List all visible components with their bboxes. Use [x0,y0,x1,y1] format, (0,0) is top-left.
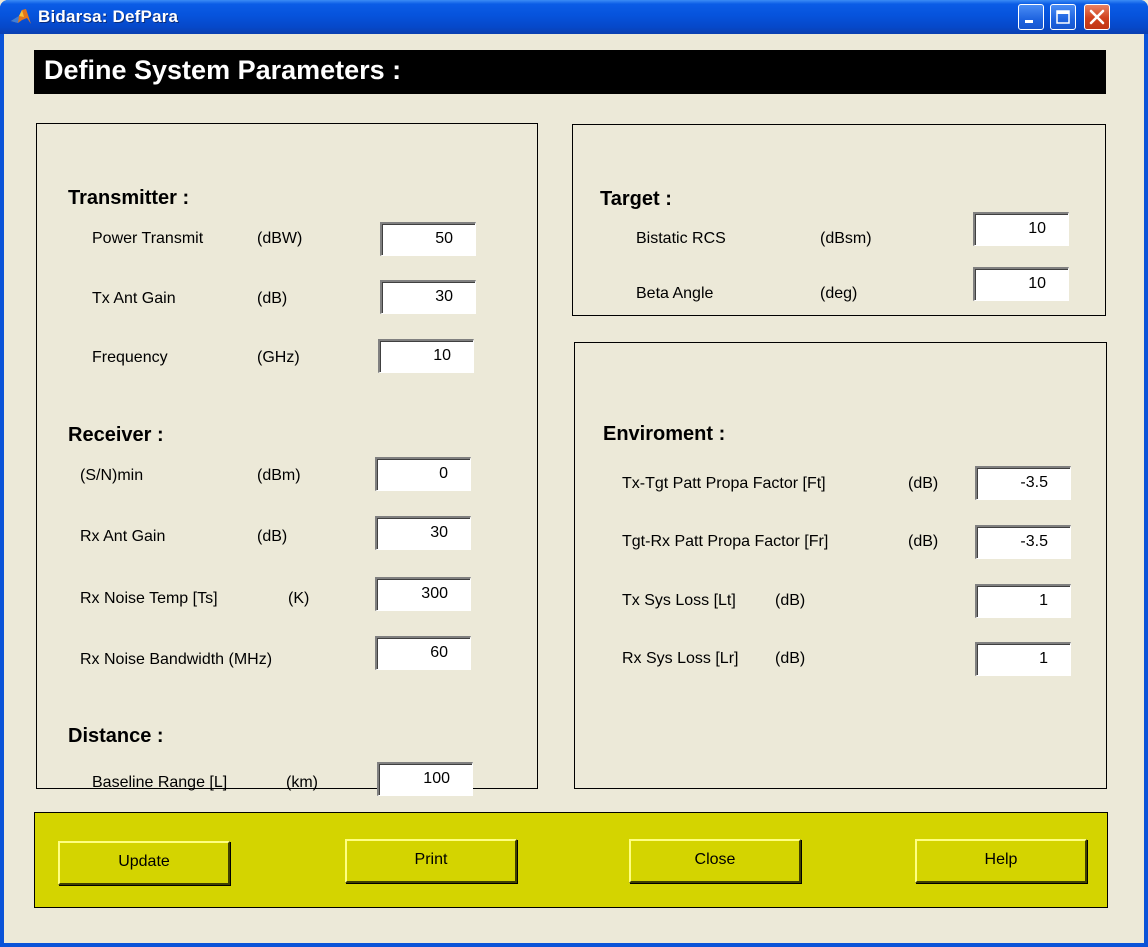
tgt-rx-factor-label: Tgt-Rx Patt Propa Factor [Fr] [622,533,829,550]
power-transmit-field[interactable]: 50 [380,222,476,256]
tx-sys-loss-value: 1 [1039,592,1048,609]
bistatic-rcs-field[interactable]: 10 [973,212,1069,246]
tx-tgt-factor-unit: (dB) [908,475,939,492]
tgt-rx-factor-value: -3.5 [1020,533,1048,550]
tx-sys-loss-label: Tx Sys Loss [Lt] [622,592,736,609]
maximize-button[interactable] [1050,4,1076,30]
distance-title: Distance : [68,725,164,747]
sn-min-value: 0 [439,465,448,482]
sn-min-unit: (dBm) [257,467,301,484]
tx-sys-loss-unit: (dB) [775,592,806,609]
minimize-button[interactable] [1018,4,1044,30]
beta-angle-value: 10 [1028,275,1046,292]
rx-noise-temp-field[interactable]: 300 [375,577,471,611]
minimize-icon [1025,20,1033,23]
close-icon [1089,9,1105,25]
environment-panel [574,342,1107,789]
power-transmit-label: Power Transmit [92,230,204,247]
power-transmit-unit: (dBW) [257,230,303,247]
rx-ant-gain-value: 30 [430,524,448,541]
update-button[interactable]: Update [58,841,230,885]
rx-noise-temp-value: 300 [421,585,448,602]
title-bar[interactable]: Bidarsa: DefPara [0,0,1148,34]
baseline-range-label: Baseline Range [L] [92,774,228,791]
tx-ant-gain-label: Tx Ant Gain [92,290,176,307]
tx-ant-gain-value: 30 [435,288,453,305]
rx-sys-loss-unit: (dB) [775,650,806,667]
maximize-icon [1056,10,1070,24]
rx-noise-temp-label: Rx Noise Temp [Ts] [80,590,218,607]
beta-angle-field[interactable]: 10 [973,267,1069,301]
beta-angle-label: Beta Angle [636,285,714,302]
frequency-unit: (GHz) [257,349,300,366]
receiver-title: Receiver : [68,424,164,446]
tx-ant-gain-unit: (dB) [257,290,288,307]
window-title: Bidarsa: DefPara [38,7,179,26]
bistatic-rcs-value: 10 [1028,220,1046,237]
frequency-label: Frequency [92,349,168,366]
rx-ant-gain-label: Rx Ant Gain [80,528,166,545]
rx-noise-bandwidth-value: 60 [430,644,448,661]
matlab-logo-icon [10,7,32,29]
frequency-value: 10 [433,347,451,364]
tx-tgt-factor-label: Tx-Tgt Patt Propa Factor [Ft] [622,475,826,492]
tx-sys-loss-field[interactable]: 1 [975,584,1071,618]
rx-sys-loss-value: 1 [1039,650,1048,667]
rx-noise-bandwidth-label: Rx Noise Bandwidth (MHz) [80,651,273,668]
rx-sys-loss-field[interactable]: 1 [975,642,1071,676]
tx-tgt-factor-value: -3.5 [1020,474,1048,491]
header-bar: Define System Parameters : [34,50,1106,94]
tx-tgt-factor-field[interactable]: -3.5 [975,466,1071,500]
environment-title: Enviroment : [603,423,726,445]
baseline-range-field[interactable]: 100 [377,762,473,796]
rx-sys-loss-label: Rx Sys Loss [Lr] [622,650,739,667]
page-title: Define System Parameters : [44,55,402,85]
close-button[interactable]: Close [629,839,801,883]
bistatic-rcs-label: Bistatic RCS [636,230,726,247]
tgt-rx-factor-unit: (dB) [908,533,939,550]
target-title: Target : [600,188,672,210]
rx-ant-gain-field[interactable]: 30 [375,516,471,550]
sn-min-label: (S/N)min [80,467,144,484]
tgt-rx-factor-field[interactable]: -3.5 [975,525,1071,559]
close-window-button[interactable] [1084,4,1110,30]
baseline-range-unit: (km) [286,774,318,791]
rx-ant-gain-unit: (dB) [257,528,288,545]
help-button[interactable]: Help [915,839,1087,883]
transmitter-title: Transmitter : [68,187,190,209]
bistatic-rcs-unit: (dBsm) [820,230,872,247]
frequency-field[interactable]: 10 [378,339,474,373]
tx-ant-gain-field[interactable]: 30 [380,280,476,314]
rx-noise-temp-unit: (K) [288,590,310,607]
baseline-range-value: 100 [423,770,450,787]
print-button[interactable]: Print [345,839,517,883]
power-transmit-value: 50 [435,230,453,247]
rx-noise-bandwidth-field[interactable]: 60 [375,636,471,670]
sn-min-field[interactable]: 0 [375,457,471,491]
button-bar: Update Print Close Help [34,812,1108,908]
beta-angle-unit: (deg) [820,285,858,302]
